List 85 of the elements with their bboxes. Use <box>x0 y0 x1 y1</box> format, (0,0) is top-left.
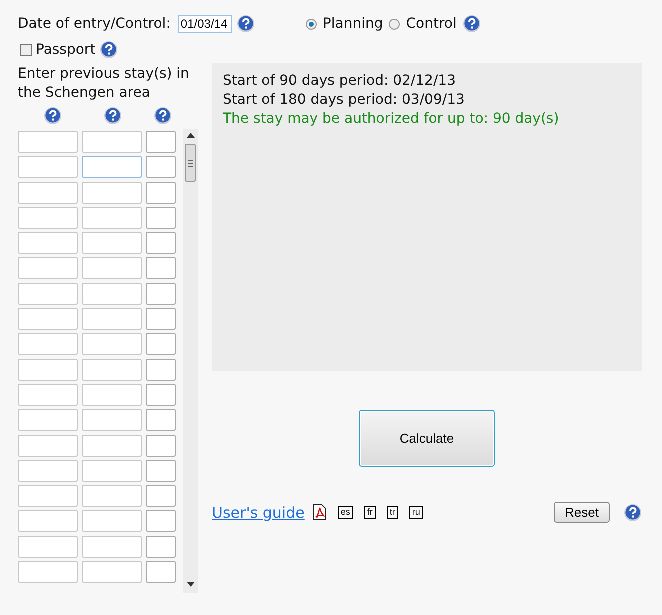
date-field[interactable]: 01/03/14 <box>178 15 232 33</box>
stay-field[interactable] <box>146 384 176 406</box>
stay-field[interactable] <box>82 536 142 558</box>
help-icon[interactable] <box>236 15 255 33</box>
checkbox-label[interactable]: Passport <box>36 42 96 58</box>
stay-field[interactable] <box>18 409 78 432</box>
stay-field[interactable] <box>82 257 142 280</box>
result-text: The stay may be authorized for up to: 90 day(s) <box>223 110 560 129</box>
radio-button[interactable] <box>306 18 317 30</box>
stay-field[interactable] <box>146 182 176 204</box>
stay-field[interactable] <box>82 156 142 178</box>
scroll-up-icon[interactable] <box>186 133 194 138</box>
scroll-down-icon[interactable] <box>186 582 194 587</box>
stay-field[interactable] <box>146 561 176 584</box>
stay-field[interactable] <box>82 561 142 584</box>
pdf-icon[interactable] <box>312 504 327 521</box>
date-label: Date of entry/Control: <box>18 16 171 32</box>
stay-field[interactable] <box>146 485 176 508</box>
radio-label[interactable]: Control <box>406 16 457 32</box>
stay-field[interactable] <box>146 206 176 229</box>
language-link[interactable]: es <box>338 506 354 519</box>
result-text: Start of 90 days period: 02/12/13 <box>223 72 457 91</box>
stay-field[interactable] <box>146 358 176 381</box>
stay-field[interactable] <box>18 131 78 153</box>
stay-field[interactable] <box>82 384 142 406</box>
stay-field[interactable] <box>146 409 176 432</box>
stay-field[interactable] <box>82 510 142 532</box>
stay-field[interactable] <box>146 536 176 558</box>
language-link[interactable]: tr <box>386 506 398 519</box>
scrollbar[interactable] <box>183 129 198 593</box>
stay-field[interactable] <box>18 232 78 254</box>
radio-label[interactable]: Planning <box>322 16 384 32</box>
stay-field[interactable] <box>146 131 176 153</box>
guide-link[interactable]: User's guide <box>212 504 305 522</box>
stay-field[interactable] <box>82 182 142 204</box>
stay-field[interactable] <box>18 510 78 532</box>
stay-field[interactable] <box>146 460 176 482</box>
stay-field[interactable] <box>146 156 176 178</box>
stay-field[interactable] <box>82 409 142 432</box>
stay-field[interactable] <box>82 131 142 153</box>
stay-field[interactable] <box>82 434 142 457</box>
stay-field[interactable] <box>146 282 176 305</box>
checkbox[interactable] <box>20 44 32 56</box>
stay-field[interactable] <box>146 308 176 330</box>
stay-field[interactable] <box>146 510 176 532</box>
stay-field[interactable] <box>18 434 78 457</box>
result-text: Start of 180 days period: 03/09/13 <box>223 91 466 110</box>
help-icon[interactable] <box>44 107 62 125</box>
stay-field[interactable] <box>82 333 142 356</box>
stay-field[interactable] <box>146 333 176 356</box>
stay-field[interactable] <box>18 536 78 558</box>
stay-field[interactable] <box>82 485 142 508</box>
stay-field[interactable] <box>18 182 78 204</box>
language-link[interactable]: fr <box>364 506 376 519</box>
instruction-text: Enter previous stay(s) in the Schengen area <box>18 65 190 103</box>
stay-field[interactable] <box>82 206 142 229</box>
stay-field[interactable] <box>18 333 78 356</box>
stay-field[interactable] <box>18 561 78 584</box>
stay-field[interactable] <box>146 232 176 254</box>
stay-field[interactable] <box>146 434 176 457</box>
stay-field[interactable] <box>82 232 142 254</box>
calculate-button[interactable]: Calculate <box>359 410 495 467</box>
help-icon[interactable] <box>154 107 172 125</box>
stay-field[interactable] <box>146 257 176 280</box>
stay-field[interactable] <box>82 308 142 330</box>
stay-field[interactable] <box>18 485 78 508</box>
stay-field[interactable] <box>18 206 78 229</box>
stay-field[interactable] <box>18 384 78 406</box>
stay-field[interactable] <box>18 460 78 482</box>
reset-button[interactable]: Reset <box>554 502 610 523</box>
language-link[interactable]: ru <box>409 506 424 519</box>
help-icon[interactable] <box>462 15 481 33</box>
stay-field[interactable] <box>18 257 78 280</box>
stay-field[interactable] <box>18 308 78 330</box>
stay-field[interactable] <box>82 282 142 305</box>
help-icon[interactable] <box>104 107 122 125</box>
scroll-thumb[interactable] <box>185 144 196 182</box>
stay-field[interactable] <box>18 358 78 381</box>
stay-field[interactable] <box>18 282 78 305</box>
stay-field[interactable] <box>82 460 142 482</box>
help-icon[interactable] <box>624 504 642 522</box>
radio-button[interactable] <box>389 18 400 30</box>
stay-field[interactable] <box>18 156 78 178</box>
help-icon[interactable] <box>100 41 118 59</box>
stay-field[interactable] <box>82 358 142 381</box>
